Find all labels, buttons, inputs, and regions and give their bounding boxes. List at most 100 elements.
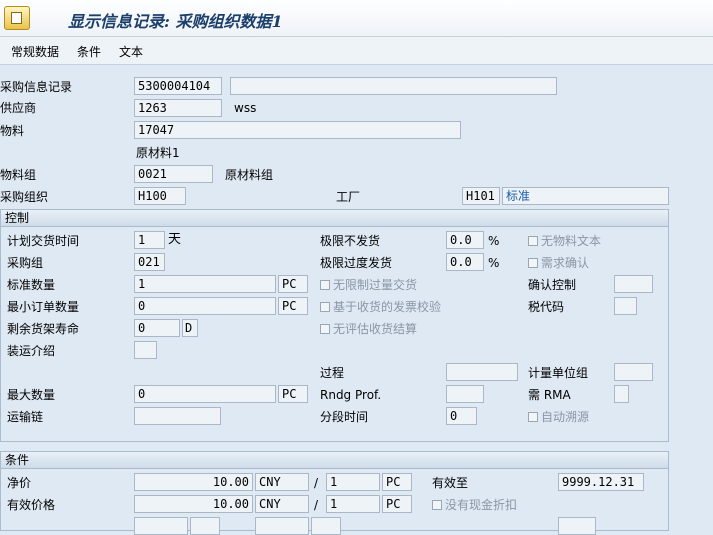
plant-desc-field: 标准 [502, 187, 669, 205]
info-record-label: 采购信息记录 [0, 80, 73, 94]
shipping-instr-field[interactable] [134, 341, 157, 359]
rma-field[interactable] [614, 385, 629, 403]
conf-control-field[interactable] [614, 275, 653, 293]
net-price-currency-field[interactable]: CNY [255, 473, 309, 491]
eff-price-unit-field[interactable]: PC [382, 495, 412, 513]
vendor-field[interactable]: 1263 [134, 99, 222, 117]
material-group-desc: 原材料组 [225, 168, 274, 182]
standard-qty-unit-field[interactable]: PC [278, 275, 308, 293]
unlimited-overdel-label: 无限制过量交货 [333, 278, 418, 292]
conditions-group-header: 条件 [1, 452, 668, 469]
gr-based-iv-label: 基于收货的发票校验 [333, 300, 442, 314]
net-price-slash: / [314, 476, 319, 490]
vendor-label: 供应商 [0, 101, 37, 115]
min-order-field[interactable]: 0 [134, 297, 276, 315]
control-group-header: 控制 [1, 210, 668, 227]
max-qty-field[interactable]: 0 [134, 385, 276, 403]
uom-group-label: 计量单位组 [528, 366, 589, 380]
eff-price-currency-field[interactable]: CNY [255, 495, 309, 513]
max-qty-label: 最大数量 [7, 388, 56, 402]
process-label: 过程 [320, 366, 345, 380]
next-row-field-3[interactable] [255, 517, 309, 535]
tax-code-field[interactable] [614, 297, 637, 315]
material-group-label: 物料组 [0, 168, 37, 182]
info-record-desc-field[interactable] [230, 77, 557, 95]
overdel-field[interactable]: 0.0 [446, 253, 484, 271]
shipping-instr-label: 装运介绍 [7, 344, 56, 358]
menu-general-data[interactable]: 常规数据 [11, 43, 59, 60]
eff-price-field[interactable]: 10.00 [134, 495, 253, 513]
shelf-life-unit-field[interactable]: D [182, 319, 198, 337]
min-order-unit-field[interactable]: PC [278, 297, 308, 315]
rndg-prof-label: Rndg Prof. [320, 388, 382, 402]
ack-reqd-label: 需求确认 [541, 256, 590, 270]
max-qty-unit-field[interactable]: PC [278, 385, 308, 403]
auto-source-checkbox[interactable] [528, 412, 538, 422]
material-label: 物料 [0, 124, 25, 138]
next-row-field-5[interactable] [558, 517, 596, 535]
eff-price-slash: / [314, 498, 319, 512]
standard-qty-field[interactable]: 1 [134, 275, 276, 293]
auto-source-label: 自动溯源 [541, 410, 590, 424]
title-bar: 显示信息记录: 采购组织数据1 [0, 0, 713, 37]
valid-to-label: 有效至 [432, 476, 469, 490]
material-field[interactable]: 17047 [134, 121, 461, 139]
valid-to-field[interactable]: 9999.12.31 [558, 473, 644, 491]
no-mat-text-label: 无物料文本 [541, 234, 602, 248]
standard-qty-label: 标准数量 [7, 278, 56, 292]
no-ers-checkbox[interactable] [320, 324, 330, 334]
shelf-life-label: 剩余货架寿命 [7, 322, 80, 336]
net-price-field[interactable]: 10.00 [134, 473, 253, 491]
transport-chain-label: 运输链 [7, 410, 44, 424]
underdel-field[interactable]: 0.0 [446, 231, 484, 249]
overdel-unit: % [488, 256, 500, 270]
next-row-field-4[interactable] [311, 517, 341, 535]
control-group-title: 控制 [5, 211, 30, 225]
plant-label: 工厂 [336, 190, 361, 204]
purch-org-label: 采购组织 [0, 190, 49, 204]
gr-based-iv-checkbox[interactable] [320, 302, 330, 312]
material-group-field[interactable]: 0021 [134, 165, 213, 183]
rma-label: 需 RMA [528, 388, 571, 402]
net-price-label: 净价 [7, 476, 32, 490]
info-record-field[interactable]: 5300004104 [134, 77, 222, 95]
app-menu-icon[interactable] [4, 6, 30, 30]
plant-field[interactable]: H101 [462, 187, 500, 205]
purch-org-field[interactable]: H100 [134, 187, 186, 205]
net-price-per-field[interactable]: 1 [326, 473, 380, 491]
menu-conditions[interactable]: 条件 [77, 43, 101, 60]
period-label: 分段时间 [320, 410, 369, 424]
unlimited-overdel-checkbox[interactable] [320, 280, 330, 290]
period-field[interactable]: 0 [446, 407, 477, 425]
transport-chain-field[interactable] [134, 407, 221, 425]
no-ers-label: 无评估收货结算 [333, 322, 418, 336]
eff-price-per-field[interactable]: 1 [326, 495, 380, 513]
shelf-life-field[interactable]: 0 [134, 319, 180, 337]
purch-group-label: 采购组 [7, 256, 44, 270]
conditions-group-title: 条件 [5, 453, 30, 467]
next-row-field-1[interactable] [134, 517, 188, 535]
process-field[interactable] [446, 363, 518, 381]
net-price-unit-field[interactable]: PC [382, 473, 412, 491]
vendor-name: wss [234, 101, 257, 115]
purch-group-field[interactable]: 021 [134, 253, 165, 271]
uom-group-field[interactable] [614, 363, 653, 381]
no-cash-disc-checkbox[interactable] [432, 500, 442, 510]
rndg-prof-field[interactable] [446, 385, 484, 403]
menu-texts[interactable]: 文本 [119, 43, 143, 60]
planned-delivery-unit: 天 [168, 232, 182, 247]
no-mat-text-checkbox[interactable] [528, 236, 538, 246]
eff-price-label: 有效价格 [7, 498, 56, 512]
planned-delivery-label: 计划交货时间 [7, 234, 80, 248]
material-description: 原材料1 [136, 146, 180, 160]
next-row-field-2[interactable] [190, 517, 220, 535]
min-order-label: 最小订单数量 [7, 300, 80, 314]
underdel-label: 极限不发货 [320, 234, 381, 248]
planned-delivery-field[interactable]: 1 [134, 231, 165, 249]
underdel-unit: % [488, 234, 500, 248]
window-title: 显示信息记录: 采购组织数据1 [68, 12, 283, 31]
ack-reqd-checkbox[interactable] [528, 258, 538, 268]
no-cash-disc-label: 没有现金折扣 [445, 498, 518, 512]
conf-control-label: 确认控制 [528, 278, 577, 292]
overdel-label: 极限过度发货 [320, 256, 393, 270]
